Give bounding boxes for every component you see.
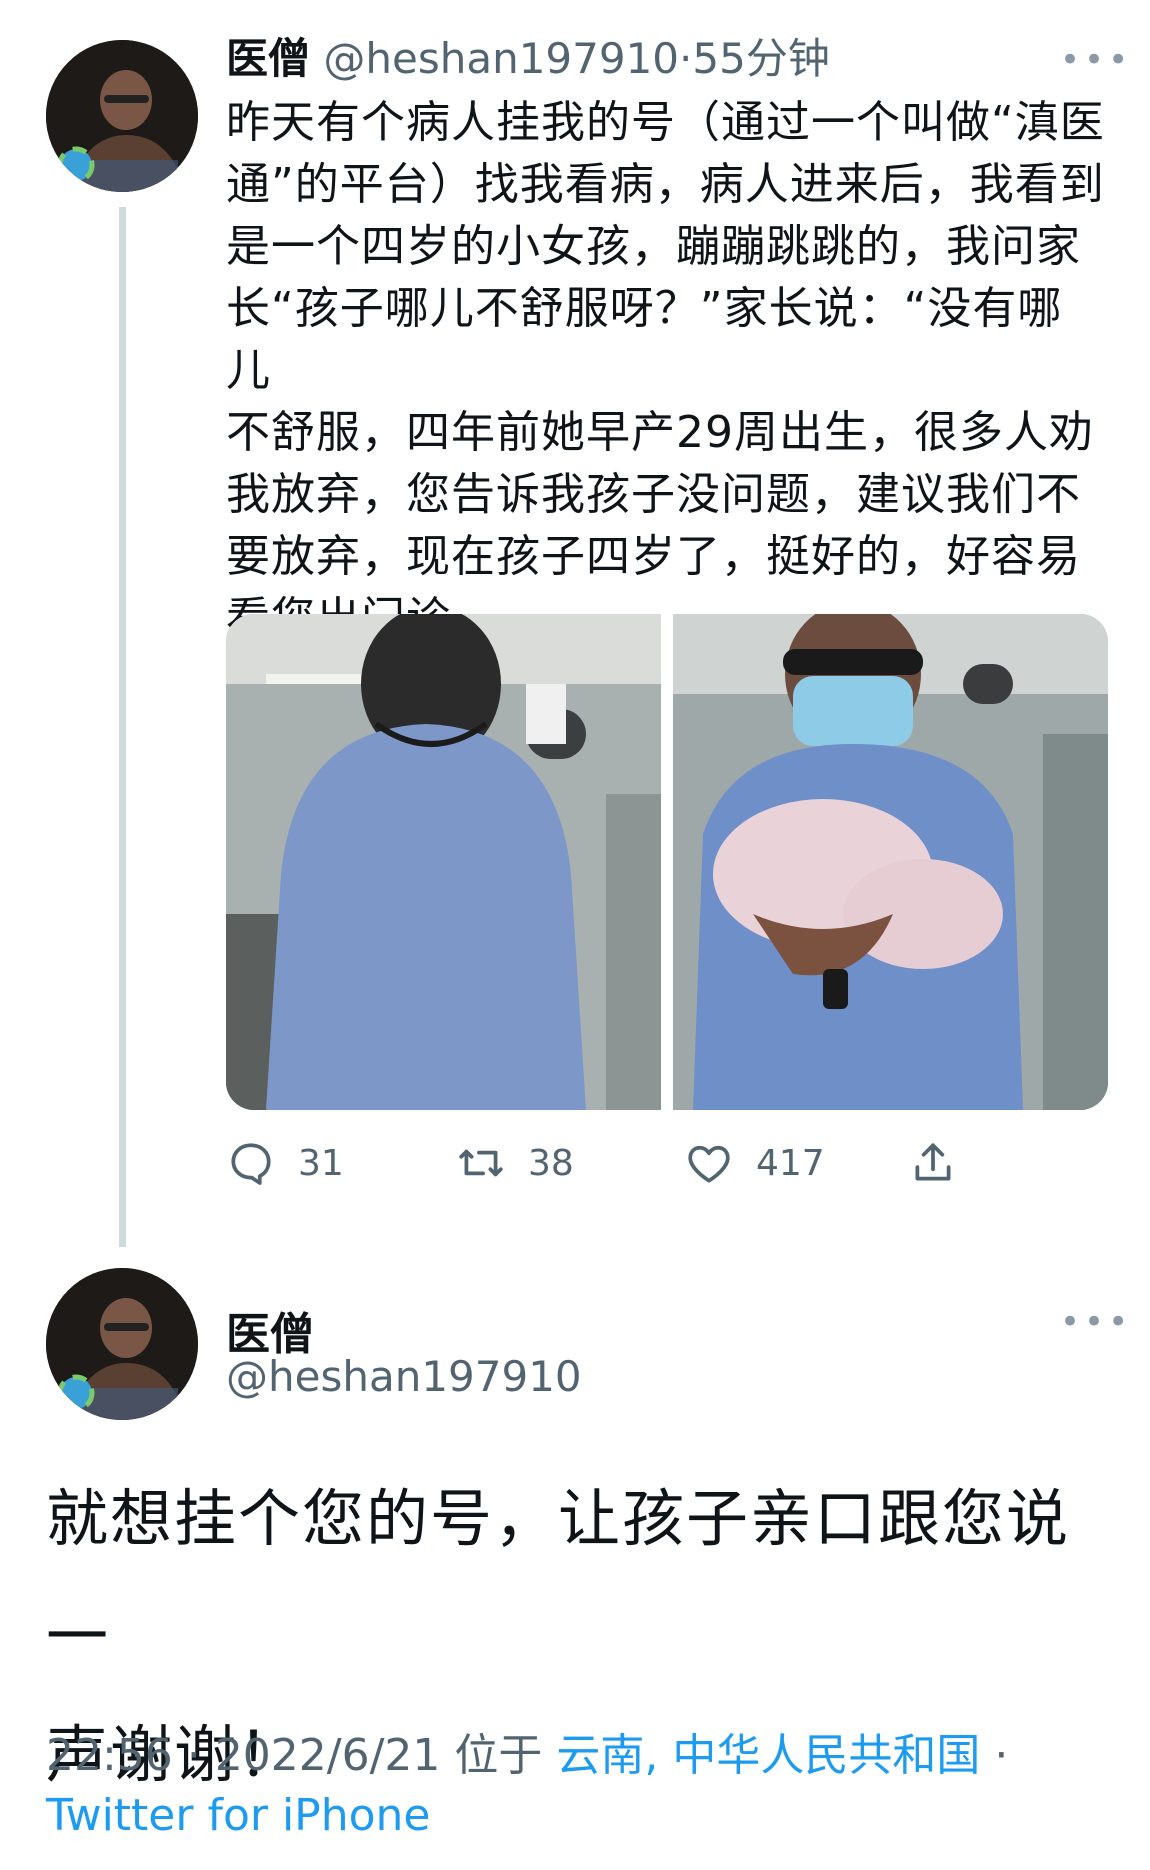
location-link[interactable]: 云南, 中华人民共和国	[556, 1730, 980, 1781]
handle[interactable]: @heshan197910	[323, 34, 679, 83]
tweet-line: 要放弃，现在孩子四岁了，挺好的，好容易	[226, 531, 1081, 582]
retweet-icon	[459, 1149, 503, 1177]
source-link[interactable]: Twitter for iPhone	[46, 1786, 1136, 1846]
tweet-line: 通”的平台）找我看病，病人进来后，我看到	[226, 159, 1105, 210]
reply-action[interactable]: 31	[226, 1138, 344, 1188]
like-icon	[688, 1145, 730, 1183]
tweet-date[interactable]: 2022/6/21	[215, 1730, 441, 1781]
photo-doctor-holding-baby-image	[673, 614, 1108, 1110]
retweet-count: 38	[528, 1142, 574, 1184]
retweet-action[interactable]: 38	[456, 1138, 574, 1188]
more-icon[interactable]: •••	[1060, 1302, 1132, 1342]
separator: ·	[994, 1730, 1009, 1781]
photo-doctor-back[interactable]	[226, 614, 661, 1110]
tweet-line: 不舒服，四年前她早产29周出生，很多人劝	[226, 407, 1094, 458]
more-icon[interactable]: •••	[1060, 40, 1132, 80]
avatar-photo	[46, 40, 198, 192]
tweet-line: 是一个四岁的小女孩，蹦蹦跳跳的，我问家	[226, 221, 1081, 272]
like-action[interactable]: 417	[684, 1138, 825, 1188]
tweet-line: 昨天有个病人挂我的号（通过一个叫做“滇医	[226, 97, 1105, 148]
display-name[interactable]: 医僧	[226, 34, 310, 83]
avatar[interactable]	[46, 40, 198, 192]
avatar[interactable]	[46, 1268, 198, 1420]
reply-icon	[231, 1143, 271, 1185]
tweet-meta: 22:56 · 2022/6/21 位于 云南, 中华人民共和国 · Twitt…	[46, 1726, 1136, 1846]
separator: ·	[186, 1730, 201, 1781]
tweet-line: 就想挂个您的号，让孩子亲口跟您说一	[46, 1482, 1071, 1673]
reply-count: 31	[298, 1142, 344, 1184]
location-prefix: 位于	[454, 1730, 543, 1781]
media-grid	[226, 614, 1108, 1110]
tweet-time[interactable]: 22:56	[46, 1730, 173, 1781]
thread-line	[119, 207, 126, 1247]
tweet1-header: 医僧 @heshan197910·55分钟	[226, 30, 1106, 88]
like-count: 417	[756, 1142, 825, 1184]
avatar-photo	[46, 1268, 198, 1420]
share-action[interactable]	[908, 1138, 958, 1188]
photo-doctor-holding-baby[interactable]	[673, 614, 1108, 1110]
separator: ·	[679, 34, 693, 83]
timestamp[interactable]: 55分钟	[692, 34, 829, 83]
photo-doctor-back-image	[226, 614, 661, 1110]
tweet-line: 长“孩子哪儿不舒服呀？”家长说：“没有哪儿	[226, 283, 1063, 396]
handle[interactable]: @heshan197910	[226, 1352, 582, 1401]
tweet-line: 我放弃，您告诉我孩子没问题，建议我们不	[226, 469, 1081, 520]
share-icon	[915, 1143, 951, 1181]
tweet1-text: 昨天有个病人挂我的号（通过一个叫做“滇医 通”的平台）找我看病，病人进来后，我看…	[226, 92, 1106, 650]
